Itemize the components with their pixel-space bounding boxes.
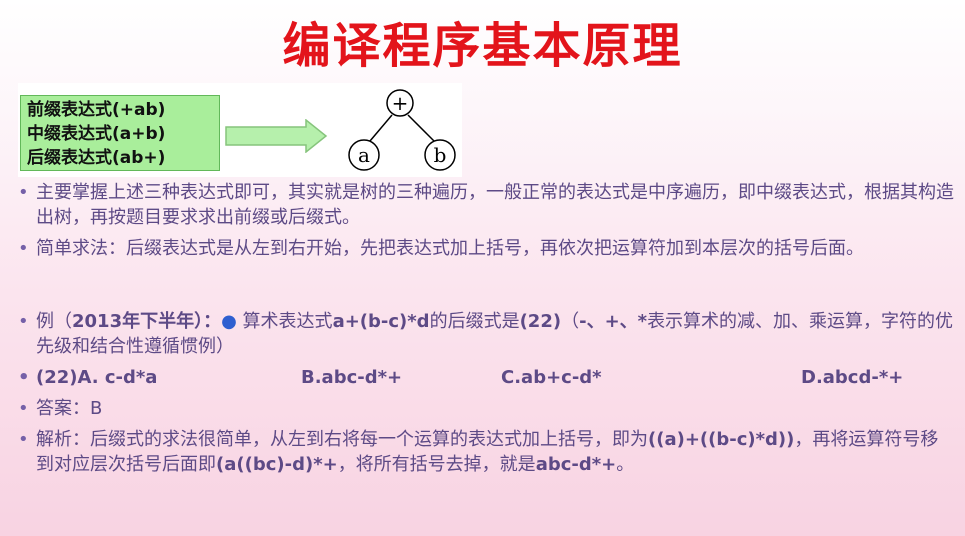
- infix-expression-label: 中缀表达式(a+b): [27, 124, 166, 144]
- example-operators: -、+、*: [579, 311, 648, 332]
- option-b: B.abc-d*+: [301, 367, 403, 388]
- bullet-summary: 主要掌握上述三种表达式即可，其实就是树的三种遍历，一般正常的表达式是中序遍历，即…: [10, 180, 955, 230]
- binary-tree-diagram: + a b: [348, 89, 456, 171]
- tree-root-label: +: [392, 91, 409, 115]
- bullet-answer: 答案：B: [10, 396, 955, 421]
- tree-left-label: a: [358, 143, 370, 167]
- explanation-expr-3: abc-d*+: [535, 454, 617, 475]
- tree-right-label: b: [434, 143, 447, 167]
- option-a: (22)A. c-d*a: [36, 367, 158, 388]
- tree-edge-right: [407, 114, 435, 142]
- explanation-text-3: ，将所有括号去掉，就是: [337, 454, 536, 475]
- bullet-dot-icon: ●: [221, 311, 237, 332]
- prefix-expression-label: 前缀表达式(+ab): [27, 100, 166, 120]
- example-text-2: 的后缀式是: [429, 311, 520, 332]
- explanation-text-1: 解析：后缀式的求法很简单，从左到右将每一个运算的表达式加上括号，即为: [36, 429, 648, 450]
- option-d: D.abcd-*+: [801, 367, 904, 388]
- bullet-simple-method: 简单求法：后缀表达式是从左到右开始，先把表达式加上括号，再依次把运算符加到本层次…: [10, 236, 955, 261]
- explanation-expr-2: (a((bc)-d)*+: [216, 454, 338, 475]
- postfix-expression-label: 后缀表达式(ab+): [27, 148, 166, 168]
- slide-title: 编译程序基本原理: [282, 18, 683, 74]
- example-blank: (22): [519, 311, 562, 332]
- explanation-expr-1: ((a)+((b-c)*d)): [648, 429, 795, 450]
- option-c: C.ab+c-d*: [501, 367, 602, 388]
- bullet-example-question: 例（2013年下半年）：● 算术表达式a+(b-c)*d的后缀式是(22)（-、…: [10, 309, 955, 359]
- example-text-3: （: [561, 311, 580, 332]
- example-expression: a+(b-c)*d: [332, 311, 430, 332]
- right-arrow-icon: [225, 119, 328, 153]
- slide-body: 主要掌握上述三种表达式即可，其实就是树的三种遍历，一般正常的表达式是中序遍历，即…: [10, 180, 955, 483]
- example-text-1: 算术表达式: [236, 311, 333, 332]
- bullet-options: (22)A. c-d*a B.abc-d*+ C.ab+c-d* D.abcd-…: [10, 365, 955, 390]
- example-prefix: 例（: [36, 311, 72, 332]
- bullet-explanation: 解析：后缀式的求法很简单，从左到右将每一个运算的表达式加上括号，即为((a)+(…: [10, 427, 955, 477]
- explanation-text-4: 。: [616, 454, 635, 475]
- expression-tree-figure: 前缀表达式(+ab) 中缀表达式(a+b) 后缀表达式(ab+) + a b: [18, 83, 462, 177]
- tree-edge-left: [369, 114, 393, 142]
- expression-types-box: 前缀表达式(+ab) 中缀表达式(a+b) 后缀表达式(ab+): [20, 95, 220, 171]
- example-year: 2013年下半年）：: [72, 311, 222, 332]
